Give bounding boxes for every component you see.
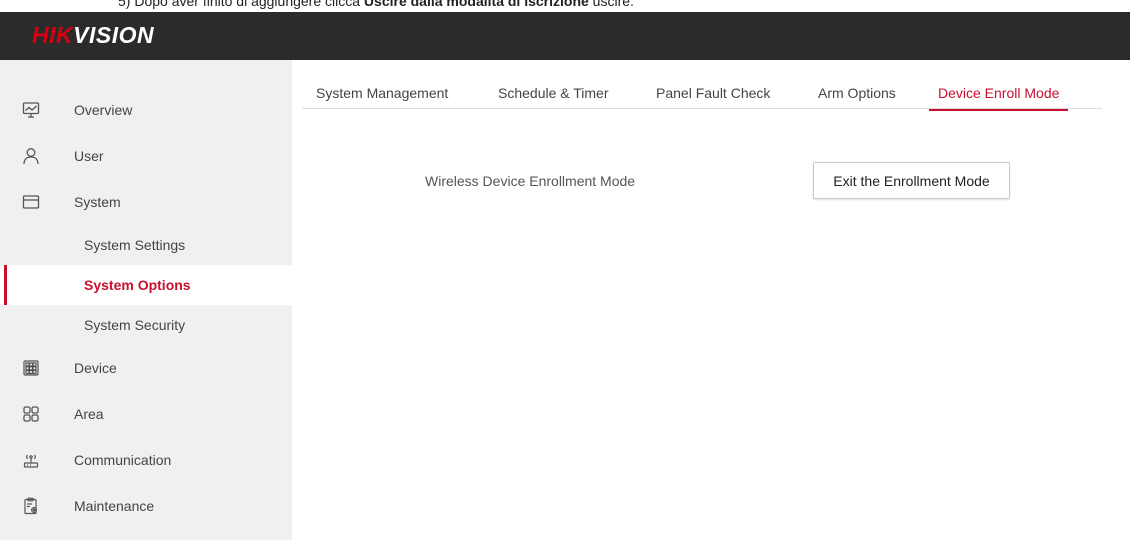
tab-label: Device Enroll Mode xyxy=(938,85,1060,101)
sidebar-item-label: Overview xyxy=(74,102,133,118)
top-bar: HIKVISION xyxy=(0,12,1130,60)
sidebar-item-area[interactable]: Area xyxy=(0,396,292,432)
tab-panel-fault-check[interactable]: Panel Fault Check xyxy=(656,78,770,109)
tab-schedule-timer[interactable]: Schedule & Timer xyxy=(498,78,609,109)
sidebar-item-maintenance[interactable]: Maintenance xyxy=(0,488,292,524)
caption-suffix: uscire. xyxy=(588,0,634,9)
sidebar-item-label: Device xyxy=(74,360,117,376)
sidebar-subitem-system-options[interactable]: System Options xyxy=(0,265,292,305)
sidebar-item-label: Area xyxy=(74,406,104,422)
hikvision-logo: HIKVISION xyxy=(32,22,154,49)
sidebar-item-label: Communication xyxy=(74,452,172,468)
sidebar-item-label: Maintenance xyxy=(74,498,155,514)
logo-red-part: HIK xyxy=(32,22,74,48)
tab-label: Arm Options xyxy=(818,85,896,101)
active-indicator xyxy=(4,265,7,305)
sidebar-subitem-system-settings[interactable]: System Settings xyxy=(0,225,292,265)
window-icon xyxy=(22,193,40,211)
caption-prefix: 5) Dopo aver finito di aggiungere clicca xyxy=(118,0,364,9)
sidebar-subitem-system-security[interactable]: System Security xyxy=(0,305,292,345)
active-tab-underline xyxy=(929,109,1069,111)
sidebar-subitem-label: System Options xyxy=(84,277,191,293)
sidebar-item-user[interactable]: User xyxy=(0,138,292,174)
sidebar: Overview User System System Settings Sys… xyxy=(0,60,292,540)
enrollment-mode-label: Wireless Device Enrollment Mode xyxy=(425,173,636,189)
sidebar-item-system[interactable]: System xyxy=(0,184,292,220)
logo-white-part: VISION xyxy=(73,22,155,48)
squares-icon xyxy=(22,405,40,423)
user-icon xyxy=(22,147,40,165)
sidebar-item-communication[interactable]: Communication xyxy=(0,442,292,478)
caption-bold: Uscire dalla modalità di iscrizione xyxy=(363,0,589,9)
antenna-icon xyxy=(22,451,40,469)
tab-label: Panel Fault Check xyxy=(656,85,771,101)
tab-device-enroll-mode[interactable]: Device Enroll Mode xyxy=(929,78,1069,111)
document-caption: 5) Dopo aver finito di aggiungere clicca… xyxy=(0,0,1130,12)
sidebar-subitem-label: System Security xyxy=(84,317,186,333)
tab-label: System Management xyxy=(316,85,449,101)
grid-icon xyxy=(22,359,40,377)
tab-label: Schedule & Timer xyxy=(498,85,609,101)
sidebar-item-label: System xyxy=(74,194,121,210)
sidebar-item-label: User xyxy=(74,148,104,164)
tab-system-management[interactable]: System Management xyxy=(316,78,448,109)
sidebar-subitem-label: System Settings xyxy=(84,237,186,253)
sidebar-item-overview[interactable]: Overview xyxy=(0,92,292,128)
sidebar-item-device[interactable]: Device xyxy=(0,350,292,386)
tab-bar: System Management Schedule & Timer Panel… xyxy=(302,78,1102,111)
clipboard-gear-icon xyxy=(22,497,40,515)
exit-enrollment-mode-button[interactable]: Exit the Enrollment Mode xyxy=(813,162,1010,199)
tab-arm-options[interactable]: Arm Options xyxy=(818,78,896,109)
monitor-icon xyxy=(22,101,40,119)
